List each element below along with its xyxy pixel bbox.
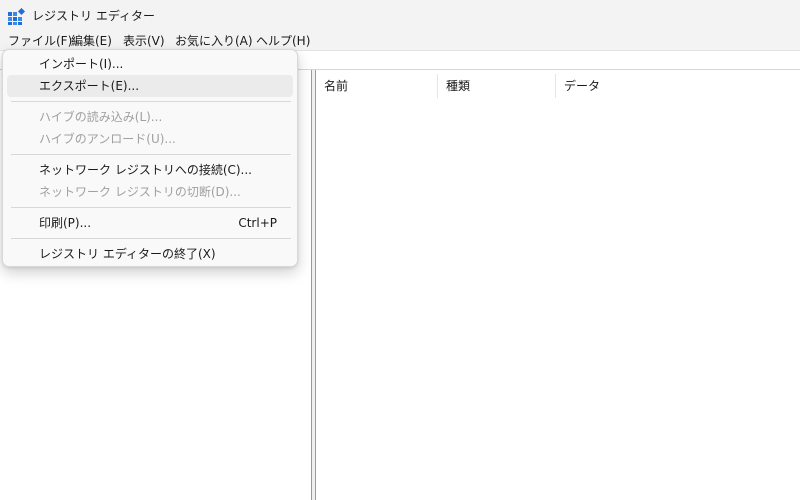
menu-item-export[interactable]: エクスポート(E)... — [7, 75, 293, 97]
value-list-pane[interactable]: 名前 種類 データ — [316, 70, 800, 500]
menu-item-label: ネットワーク レジストリへの接続(C)... — [39, 163, 253, 177]
menu-item-disconnect-network-registry: ネットワーク レジストリの切断(D)... — [7, 181, 293, 203]
menu-item-label: レジストリ エディターの終了(X) — [39, 247, 216, 261]
menu-help[interactable]: ヘルプ(H) — [256, 32, 310, 50]
menu-item-label: インポート(I)... — [39, 57, 124, 71]
column-header-data[interactable]: データ — [556, 74, 800, 98]
menu-edit[interactable]: 編集(E) — [71, 32, 112, 50]
menu-item-unload-hive: ハイブのアンロード(U)... — [7, 128, 293, 150]
column-header-type[interactable]: 種類 — [438, 74, 556, 98]
menu-item-label: ハイブの読み込み(L)... — [39, 110, 163, 124]
menu-bar: ファイル(F) 編集(E) 表示(V) お気に入り(A) ヘルプ(H) — [0, 32, 800, 50]
window-title: レジストリ エディター — [32, 9, 155, 23]
column-header-name[interactable]: 名前 — [316, 74, 438, 98]
menu-item-label: エクスポート(E)... — [39, 79, 140, 93]
menu-separator — [11, 154, 291, 155]
menu-favorites[interactable]: お気に入り(A) — [175, 32, 253, 50]
registry-editor-icon — [8, 8, 25, 25]
menu-item-connect-network-registry[interactable]: ネットワーク レジストリへの接続(C)... — [7, 159, 293, 181]
menu-item-label: 印刷(P)... — [39, 216, 92, 230]
menu-item-label: ハイブのアンロード(U)... — [39, 132, 176, 146]
menu-separator — [11, 207, 291, 208]
title-bar: レジストリ エディター — [0, 0, 800, 32]
menu-separator — [11, 238, 291, 239]
menu-file[interactable]: ファイル(F) — [8, 32, 72, 50]
menu-separator — [11, 101, 291, 102]
menu-item-shortcut: Ctrl+P — [238, 216, 277, 230]
menu-item-label: ネットワーク レジストリの切断(D)... — [39, 185, 241, 199]
file-menu-dropdown: インポート(I)... エクスポート(E)... ハイブの読み込み(L)... … — [2, 49, 298, 267]
menu-item-import[interactable]: インポート(I)... — [7, 53, 293, 75]
menu-item-exit[interactable]: レジストリ エディターの終了(X) — [7, 243, 293, 265]
menu-item-load-hive: ハイブの読み込み(L)... — [7, 106, 293, 128]
menu-view[interactable]: 表示(V) — [123, 32, 165, 50]
menu-item-print[interactable]: 印刷(P)... Ctrl+P — [7, 212, 293, 234]
